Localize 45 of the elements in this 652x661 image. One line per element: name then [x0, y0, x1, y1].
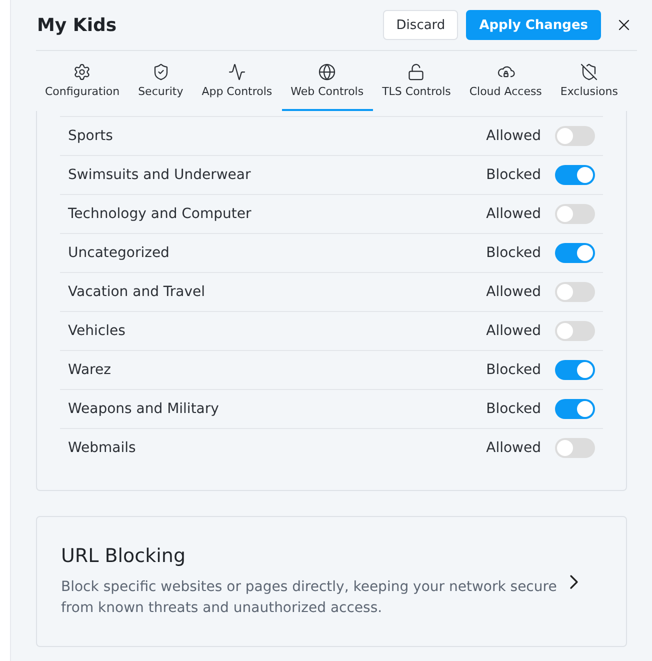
category-name: Vacation and Travel	[68, 284, 206, 300]
category-name: Swimsuits and Underwear	[68, 167, 252, 183]
card-title: URL Blocking	[61, 544, 187, 566]
url-blocking-card[interactable]: URL Blocking Block specific websites or pages directly, keeping your network secure from known threats and unauthorized access.	[36, 516, 627, 647]
category-name: Technology and Computer	[68, 206, 252, 222]
block-toggle[interactable]	[555, 282, 595, 302]
block-toggle[interactable]	[555, 360, 595, 380]
block-toggle[interactable]	[555, 399, 595, 419]
block-toggle[interactable]	[555, 438, 595, 458]
category-name: Weapons and Military	[68, 401, 220, 417]
category-name: Vehicles	[68, 323, 126, 339]
category-name: Sports	[68, 128, 114, 144]
category-status: Blocked	[486, 245, 541, 261]
globe-icon	[318, 62, 336, 80]
unlock-icon	[407, 62, 426, 80]
tab[interactable]: Cloud Access	[460, 51, 551, 111]
pulse-icon	[228, 62, 246, 80]
category-status: Blocked	[486, 401, 541, 417]
panel-title: My Kids	[37, 14, 118, 36]
shield-off-icon	[580, 62, 598, 80]
category-name: Warez	[68, 362, 112, 378]
category-status: Allowed	[486, 206, 541, 222]
block-toggle[interactable]	[555, 165, 595, 185]
category-status: Allowed	[486, 440, 541, 456]
category-status: Allowed	[486, 128, 541, 144]
tab[interactable]: Configuration	[36, 51, 129, 111]
category-status: Allowed	[486, 323, 541, 339]
settings-icon	[73, 62, 92, 80]
category-status: Allowed	[486, 284, 541, 300]
category-status: Blocked	[486, 167, 541, 183]
tab[interactable]: TLS Controls	[373, 51, 460, 111]
category-status: Blocked	[486, 362, 541, 378]
block-toggle[interactable]	[555, 243, 595, 263]
tab[interactable]: Web Controls	[282, 51, 373, 111]
discard-button[interactable]: Discard	[383, 10, 458, 40]
tab[interactable]: App Controls	[192, 51, 282, 111]
category-name: Uncategorized	[68, 245, 170, 261]
category-name: Webmails	[68, 440, 137, 456]
tab[interactable]: Security	[129, 51, 192, 111]
shield-check-icon	[152, 62, 170, 80]
block-toggle[interactable]	[555, 126, 595, 146]
tab[interactable]: Exclusions	[551, 51, 627, 111]
block-toggle[interactable]	[555, 204, 595, 224]
block-toggle[interactable]	[555, 321, 595, 341]
card-description: Block specific websites or pages directly, keeping your network secure from known threats and unauthorized access.	[61, 578, 558, 618]
